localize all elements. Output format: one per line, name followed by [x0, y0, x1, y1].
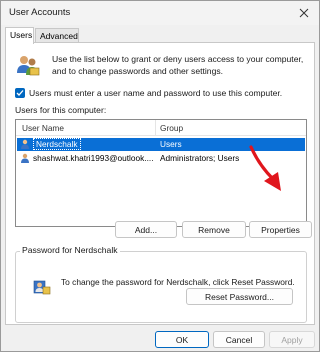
- users-icon: [17, 56, 40, 76]
- list-header: User Name Group: [16, 120, 306, 136]
- column-separator[interactable]: [155, 120, 156, 136]
- title-bar: User Accounts: [1, 1, 319, 25]
- group-cell: Users: [160, 139, 182, 149]
- password-group-box: Password for Nerdschalk To change the pa…: [15, 245, 307, 323]
- user-name-cell: shashwat.khatri1993@outlook....: [33, 153, 154, 163]
- column-user-name[interactable]: User Name: [22, 123, 64, 133]
- users-list-label: Users for this computer:: [15, 105, 107, 115]
- tab-users[interactable]: Users: [5, 27, 34, 44]
- group-cell: Administrators; Users: [160, 153, 240, 163]
- remove-button[interactable]: Remove: [182, 221, 246, 238]
- checkmark-icon: [16, 90, 24, 96]
- add-button[interactable]: Add...: [115, 221, 177, 238]
- password-group-title: Password for Nerdschalk: [20, 245, 120, 255]
- require-password-row: Users must enter a user name and passwor…: [15, 88, 282, 98]
- user-accounts-dialog: User Accounts Users Advanced Use the lis…: [0, 0, 320, 352]
- column-group[interactable]: Group: [160, 123, 183, 133]
- user-icon: [21, 153, 29, 163]
- user-password-icon: [33, 280, 51, 295]
- apply-button[interactable]: Apply: [269, 331, 315, 348]
- tab-advanced[interactable]: Advanced: [35, 28, 79, 43]
- window-title: User Accounts: [9, 7, 71, 18]
- intro-text: Use the list below to grant or deny user…: [52, 54, 304, 76]
- user-icon: [21, 139, 29, 149]
- reset-password-button[interactable]: Reset Password...: [186, 288, 293, 305]
- ok-button[interactable]: OK: [155, 331, 209, 348]
- user-name-cell: Nerdschalk: [33, 138, 81, 150]
- close-icon: [299, 8, 309, 18]
- require-password-checkbox[interactable]: [15, 88, 25, 98]
- cancel-button[interactable]: Cancel: [213, 331, 265, 348]
- annotation-arrow-icon: [249, 145, 281, 191]
- require-password-label[interactable]: Users must enter a user name and passwor…: [29, 88, 282, 98]
- password-hint-text: To change the password for Nerdschalk, c…: [61, 277, 295, 287]
- close-button[interactable]: [289, 1, 319, 25]
- properties-button[interactable]: Properties: [249, 221, 312, 238]
